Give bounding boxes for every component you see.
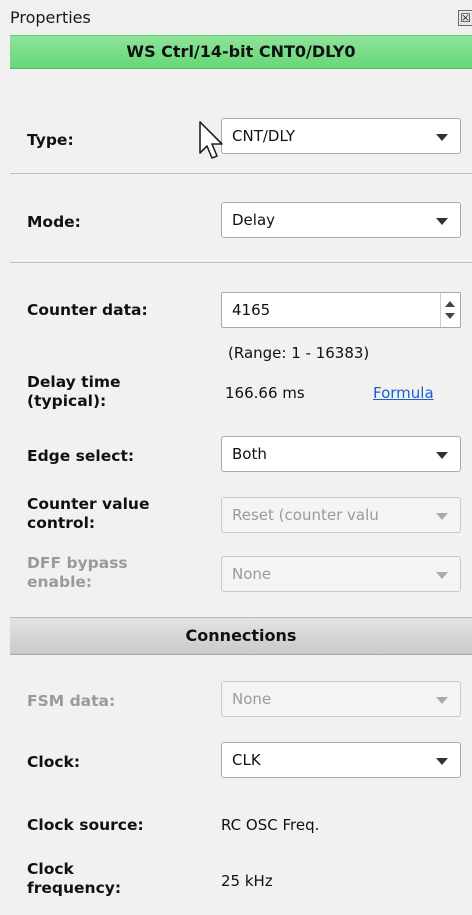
dff-bypass-dropdown[interactable]: None <box>221 556 461 592</box>
clock-dropdown[interactable]: CLK <box>221 742 461 778</box>
counter-value-control-label-line1: Counter value <box>27 495 150 513</box>
mode-dropdown[interactable]: Delay <box>221 202 461 238</box>
chevron-down-icon <box>436 572 448 579</box>
type-dropdown[interactable]: CNT/DLY <box>221 118 461 154</box>
delay-time-label-line2: (typical): <box>27 392 107 410</box>
counter-range-text: (Range: 1 - 16383) <box>228 344 370 362</box>
divider <box>10 262 472 263</box>
spin-down-icon[interactable] <box>445 313 455 319</box>
delay-time-label: Delay time (typical): <box>27 373 121 411</box>
clock-label: Clock: <box>27 753 81 771</box>
type-value: CNT/DLY <box>232 127 295 145</box>
mouse-pointer-icon <box>199 121 223 159</box>
edge-select-value: Both <box>232 445 267 463</box>
chevron-down-icon <box>436 513 448 520</box>
counter-data-value: 4165 <box>232 301 271 319</box>
clock-value: CLK <box>232 751 261 769</box>
block-title: WS Ctrl/14-bit CNT0/DLY0 <box>10 35 472 69</box>
delay-time-label-line1: Delay time <box>27 373 121 391</box>
chevron-down-icon <box>436 452 448 459</box>
counter-value-control-dropdown[interactable]: Reset (counter valu <box>221 497 461 533</box>
dff-bypass-label: DFF bypass enable: <box>27 554 128 592</box>
properties-panel <box>10 69 472 915</box>
formula-link[interactable]: Formula <box>373 384 434 402</box>
edge-select-dropdown[interactable]: Both <box>221 436 461 472</box>
chevron-down-icon <box>436 134 448 141</box>
clock-frequency-value: 25 kHz <box>221 872 273 890</box>
type-label: Type: <box>27 131 74 149</box>
dff-bypass-label-line1: DFF bypass <box>27 554 128 572</box>
counter-value-control-label-line2: control: <box>27 514 96 532</box>
chevron-down-icon <box>436 758 448 765</box>
clock-frequency-label-line1: Clock <box>27 860 74 878</box>
spinbox-buttons[interactable] <box>440 293 460 327</box>
window-title: Properties <box>10 8 91 27</box>
counter-data-spinbox[interactable]: 4165 <box>221 292 461 328</box>
fsm-data-dropdown[interactable]: None <box>221 681 461 717</box>
edge-select-label: Edge select: <box>27 447 135 465</box>
chevron-down-icon <box>436 697 448 704</box>
counter-value-control-value: Reset (counter valu <box>232 506 379 524</box>
clock-source-value: RC OSC Freq. <box>221 816 320 834</box>
clock-frequency-label: Clock frequency: <box>27 860 121 898</box>
fsm-data-label: FSM data: <box>27 692 116 710</box>
dff-bypass-label-line2: enable: <box>27 573 93 591</box>
dff-bypass-value: None <box>232 565 272 583</box>
properties-titlebar: Properties ☒ <box>0 0 472 34</box>
clock-frequency-label-line2: frequency: <box>27 879 122 897</box>
divider <box>10 173 472 174</box>
close-icon[interactable]: ☒ <box>458 10 472 26</box>
chevron-down-icon <box>436 218 448 225</box>
mode-value: Delay <box>232 211 276 229</box>
mode-label: Mode: <box>27 213 81 231</box>
connections-header: Connections <box>10 617 472 655</box>
delay-time-value: 166.66 ms <box>225 384 305 402</box>
fsm-data-value: None <box>232 690 272 708</box>
counter-value-control-label: Counter value control: <box>27 495 149 533</box>
spin-up-icon[interactable] <box>445 301 455 307</box>
counter-data-label: Counter data: <box>27 301 148 319</box>
clock-source-label: Clock source: <box>27 816 144 834</box>
